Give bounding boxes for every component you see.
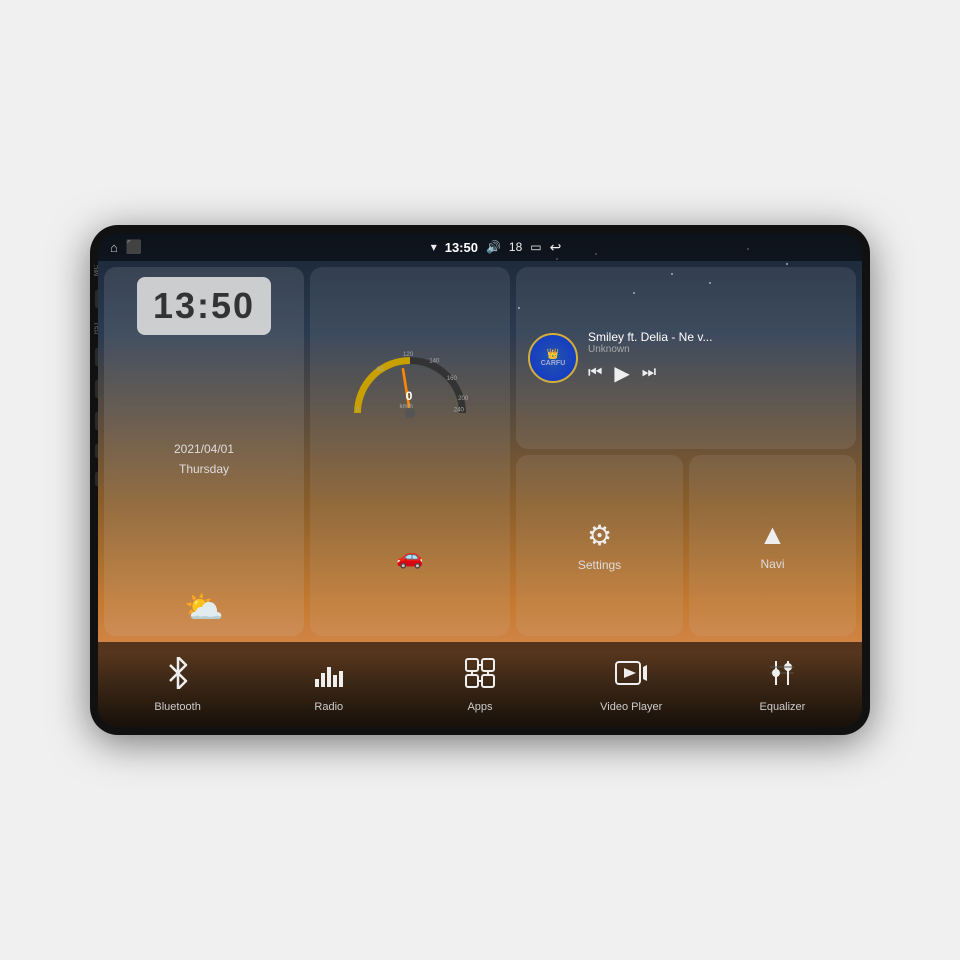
svg-text:160: 160	[447, 375, 458, 382]
nav-icon[interactable]: ⬛	[126, 239, 142, 255]
radio-label: Radio	[314, 701, 343, 713]
weather-icon: ⛅	[184, 588, 224, 626]
svg-text:0: 0	[406, 389, 413, 403]
next-button[interactable]: ⏭	[642, 364, 656, 382]
navi-button[interactable]: ▲ Navi	[689, 455, 856, 637]
settings-label: Settings	[578, 558, 621, 572]
clock-display: 13:50	[137, 277, 271, 335]
music-artist: Unknown	[588, 344, 844, 355]
wifi-icon: ▾	[431, 240, 437, 254]
volume-level: 18	[509, 240, 522, 254]
svg-text:140: 140	[429, 358, 440, 365]
music-logo: 👑 CARFU	[528, 333, 578, 383]
radio-icon	[313, 657, 345, 697]
speedometer-widget: 0 80 120 140 160 200 240 0 km/h	[310, 267, 510, 636]
battery-icon: ▭	[530, 240, 541, 254]
svg-text:80: 80	[377, 366, 384, 373]
music-logo-text: CARFU	[541, 360, 566, 367]
equalizer-label: Equalizer	[759, 701, 805, 713]
svg-text:120: 120	[403, 351, 414, 358]
right-panel: 👑 CARFU Smiley ft. Delia - Ne v... Unkno…	[516, 267, 856, 636]
apps-button[interactable]: Apps	[404, 657, 555, 713]
music-title: Smiley ft. Delia - Ne v...	[588, 330, 844, 344]
clock-widget: 13:50 2021/04/01 Thursday ⛅	[104, 267, 304, 636]
music-controls: ⏮ ▶ ⏭	[588, 361, 844, 386]
play-button[interactable]: ▶	[614, 361, 629, 386]
back-icon[interactable]: ↩	[550, 239, 562, 256]
video-button[interactable]: Video Player	[556, 657, 707, 713]
music-info: Smiley ft. Delia - Ne v... Unknown ⏮ ▶ ⏭	[588, 330, 844, 386]
video-label: Video Player	[600, 701, 662, 713]
navi-label: Navi	[760, 557, 784, 571]
navi-icon: ▲	[759, 519, 787, 551]
settings-icon: ⚙	[587, 519, 612, 552]
radio-button[interactable]: Radio	[253, 657, 404, 713]
road-scene: 🚗	[396, 544, 423, 570]
prev-button[interactable]: ⏮	[588, 364, 602, 382]
svg-text:km/h: km/h	[400, 403, 413, 410]
speedometer-svg: 0 80 120 140 160 200 240 0 km/h	[340, 333, 480, 423]
settings-button[interactable]: ⚙ Settings	[516, 455, 683, 637]
equalizer-button[interactable]: Equalizer	[707, 657, 858, 713]
home-icon[interactable]: ⌂	[110, 240, 118, 255]
device: MIC RST ⌂	[90, 225, 870, 735]
status-bar: ⌂ ⬛ ▾ 13:50 🔊 18 ▭ ↩	[98, 233, 862, 261]
bluetooth-button[interactable]: Bluetooth	[102, 657, 253, 713]
bottom-bar: Bluetooth Rad	[98, 642, 862, 727]
svg-text:0: 0	[356, 407, 360, 414]
quick-access-row: ⚙ Settings ▲ Navi	[516, 455, 856, 637]
status-time: 13:50	[445, 240, 478, 255]
music-widget: 👑 CARFU Smiley ft. Delia - Ne v... Unkno…	[516, 267, 856, 449]
bluetooth-icon	[162, 657, 194, 697]
screen: ⌂ ⬛ ▾ 13:50 🔊 18 ▭ ↩	[98, 233, 862, 727]
volume-icon: 🔊	[486, 240, 501, 254]
svg-text:240: 240	[454, 407, 465, 414]
apps-icon	[464, 657, 496, 697]
equalizer-icon	[766, 657, 798, 697]
main-content: 13:50 2021/04/01 Thursday ⛅	[98, 261, 862, 642]
apps-label: Apps	[467, 701, 492, 713]
bluetooth-label: Bluetooth	[154, 701, 200, 713]
video-icon	[615, 657, 647, 697]
svg-text:200: 200	[458, 395, 469, 402]
clock-date: 2021/04/01 Thursday	[174, 440, 234, 478]
